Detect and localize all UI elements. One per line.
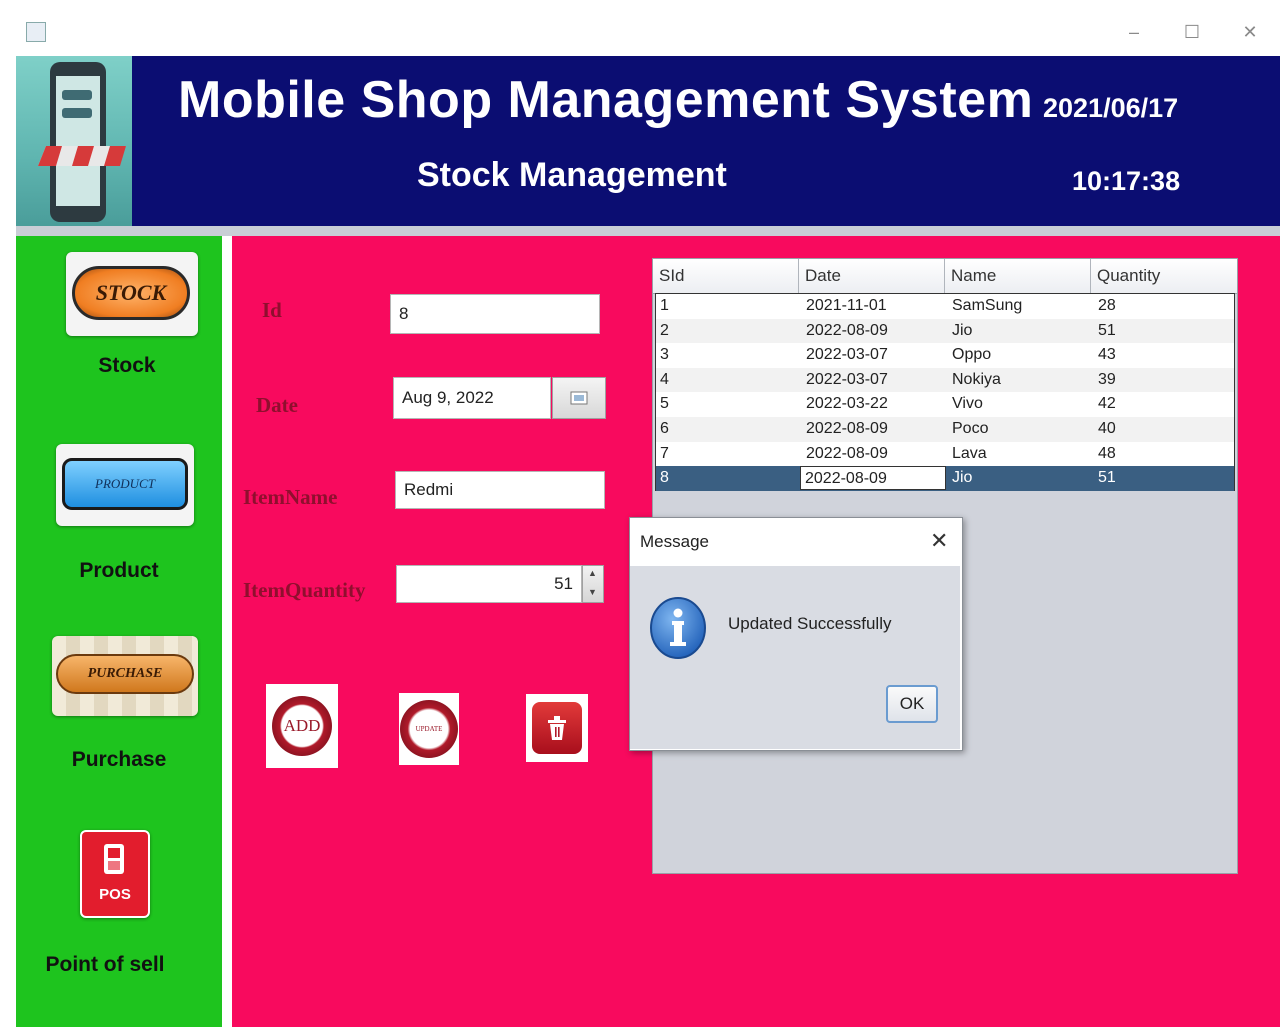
trash-icon — [548, 716, 566, 740]
cell-sid: 7 — [660, 444, 669, 462]
cell-name: Jio — [952, 321, 973, 339]
sidebar-label-pos: Point of sell — [45, 953, 165, 976]
table-row[interactable]: 4 2022-03-07 Nokiya 39 — [656, 367, 1234, 393]
item-quantity-spinner[interactable]: 51 — [396, 565, 582, 603]
table-header: SId Date Name Quantity — [653, 259, 1237, 294]
update-button-text: UPDATE — [415, 725, 443, 733]
id-label: Id — [262, 298, 282, 322]
purchase-button-text: PURCHASE — [87, 666, 163, 681]
cell-quantity: 39 — [1098, 370, 1116, 388]
date-field[interactable]: Aug 9, 2022 — [393, 377, 551, 419]
table-row[interactable]: 7 2022-08-09 Lava 48 — [656, 442, 1234, 467]
purchase-button[interactable]: PURCHASE — [52, 636, 198, 716]
column-header-sid[interactable]: SId — [653, 259, 799, 293]
pos-button-text: POS — [99, 886, 131, 903]
product-button-text: PRODUCT — [95, 476, 155, 491]
cell-name: Vivo — [952, 395, 983, 413]
cell-date: 2022-03-07 — [806, 370, 888, 388]
cell-sid: 2 — [660, 321, 669, 339]
message-dialog: Message ✕ Updated Successfully OK — [629, 517, 963, 751]
calendar-icon — [570, 391, 588, 405]
delete-button[interactable] — [526, 694, 588, 762]
table-row[interactable]: 6 2022-08-09 Poco 40 — [656, 417, 1234, 442]
close-window-button[interactable]: ✕ — [1235, 22, 1265, 43]
ok-button[interactable]: OK — [886, 685, 938, 723]
app-title: Mobile Shop Management System — [178, 71, 1034, 129]
date-label: Date — [256, 393, 298, 417]
cell-date: 2021-11-01 — [806, 297, 887, 314]
cell-name: Lava — [952, 444, 987, 462]
cell-sid: 8 — [660, 469, 669, 487]
cell-sid: 4 — [660, 370, 669, 388]
item-name-label: ItemName — [243, 485, 338, 509]
column-header-quantity[interactable]: Quantity — [1091, 259, 1237, 293]
column-header-date[interactable]: Date — [799, 259, 945, 293]
update-button[interactable]: UPDATE — [399, 693, 459, 765]
table-body: 1 2021-11-01 SamSung 28 2 2022-08-09 Jio… — [655, 293, 1235, 491]
sidebar-label-stock: Stock — [98, 354, 156, 377]
column-header-name[interactable]: Name — [945, 259, 1091, 293]
header-divider — [16, 226, 1280, 236]
table-row[interactable]: 1 2021-11-01 SamSung 28 — [656, 294, 1234, 319]
header-date: 2021/06/17 — [1043, 93, 1179, 123]
window-titlebar: – ☐ ✕ — [14, 8, 1277, 56]
chevron-down-icon[interactable]: ▼ — [588, 587, 597, 597]
cell-date: 2022-08-09 — [806, 321, 888, 339]
cell-quantity: 48 — [1098, 444, 1116, 462]
dialog-close-icon[interactable]: ✕ — [930, 528, 948, 554]
cell-date[interactable]: 2022-08-09 — [800, 466, 946, 491]
sidebar-label-product: Product — [79, 559, 159, 582]
product-button[interactable]: PRODUCT — [56, 444, 194, 526]
cell-quantity: 28 — [1098, 297, 1116, 314]
maximize-button[interactable]: ☐ — [1177, 22, 1207, 43]
dialog-titlebar: Message ✕ — [630, 518, 960, 566]
stock-button-text: STOCK — [95, 280, 167, 305]
cell-quantity: 51 — [1098, 469, 1116, 487]
sidebar: STOCK Stock PRODUCT Product PURCHASE Pur… — [16, 236, 222, 1027]
cell-sid: 6 — [660, 420, 669, 437]
cell-name: Nokiya — [952, 370, 1001, 388]
item-name-field[interactable]: Redmi — [395, 471, 605, 509]
minimize-button[interactable]: – — [1119, 22, 1149, 43]
cell-date: 2022-03-22 — [806, 395, 888, 413]
cell-quantity: 43 — [1098, 346, 1116, 364]
phone-shop-logo-icon — [38, 62, 126, 222]
id-field[interactable]: 8 — [390, 294, 600, 334]
item-quantity-label: ItemQuantity — [243, 578, 366, 602]
cell-quantity: 42 — [1098, 395, 1116, 413]
cell-sid: 1 — [660, 297, 669, 314]
shop-logo — [16, 56, 132, 226]
table-row[interactable]: 5 2022-03-22 Vivo 42 — [656, 392, 1234, 417]
sidebar-label-purchase: Purchase — [71, 748, 167, 771]
table-row[interactable]: 3 2022-03-07 Oppo 43 — [656, 343, 1234, 368]
info-icon — [650, 588, 706, 660]
dialog-message: Updated Successfully — [728, 614, 892, 633]
dialog-title: Message — [640, 532, 709, 551]
chevron-up-icon[interactable]: ▲ — [588, 568, 597, 578]
table-row-selected[interactable]: 8 2022-08-09 Jio 51 — [656, 466, 1234, 491]
cell-sid: 3 — [660, 346, 669, 364]
cell-quantity: 51 — [1098, 321, 1116, 339]
cell-date: 2022-03-07 — [806, 346, 888, 364]
cell-quantity: 40 — [1098, 420, 1116, 437]
add-button-text: ADD — [283, 716, 321, 735]
quantity-stepper-buttons[interactable]: ▲ ▼ — [582, 565, 604, 603]
java-app-icon — [26, 22, 46, 42]
pos-button[interactable]: POS — [80, 830, 150, 918]
date-picker-button[interactable] — [552, 377, 606, 419]
cell-name: Poco — [952, 420, 989, 437]
table-row[interactable]: 2 2022-08-09 Jio 51 — [656, 318, 1234, 344]
cell-name: Oppo — [952, 346, 992, 364]
cell-date: 2022-08-09 — [806, 420, 888, 437]
dialog-body: Updated Successfully OK — [630, 566, 960, 749]
mobile-phone-icon — [104, 844, 124, 874]
add-button[interactable]: ADD — [266, 684, 338, 768]
page-subtitle: Stock Management — [417, 156, 727, 194]
header-time: 10:17:38 — [1072, 166, 1181, 196]
cell-name: SamSung — [952, 297, 1023, 314]
cell-sid: 5 — [660, 395, 669, 413]
cell-date: 2022-08-09 — [806, 444, 888, 462]
stock-button[interactable]: STOCK — [66, 252, 198, 336]
cell-name: Jio — [952, 469, 973, 487]
